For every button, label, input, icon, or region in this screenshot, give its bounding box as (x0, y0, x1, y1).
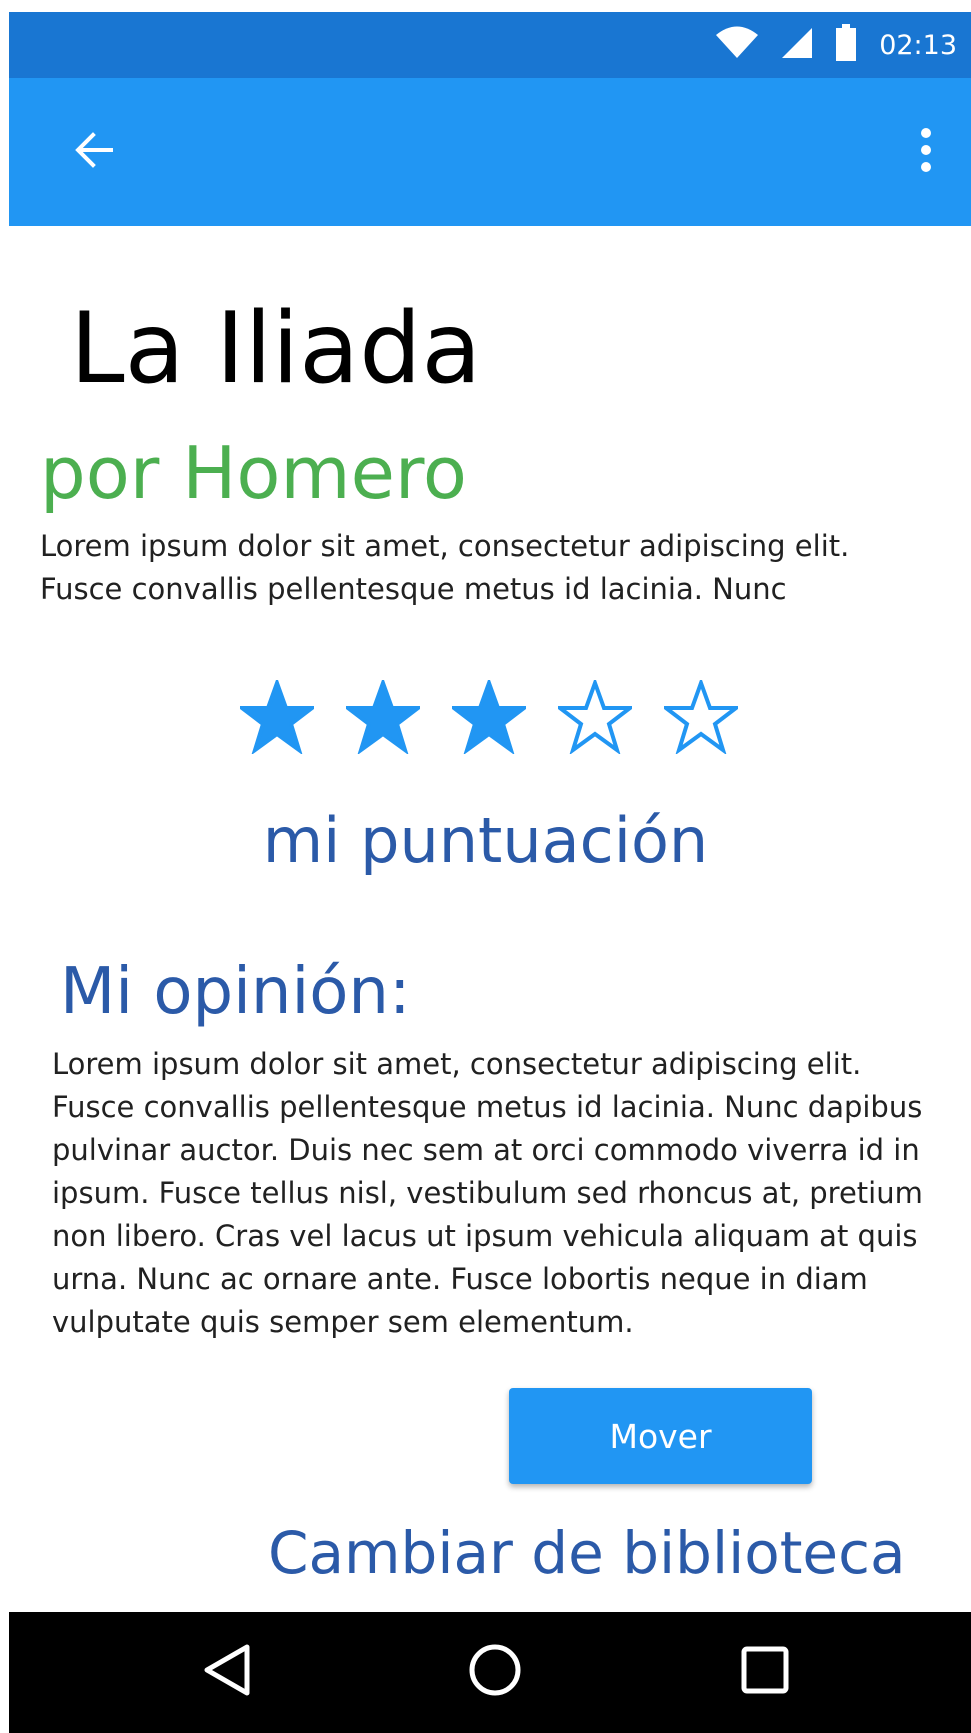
wifi-icon (715, 26, 759, 64)
book-author: por Homero (40, 431, 467, 515)
opinion-text: Lorem ipsum dolor sit amet, consectetur … (52, 1047, 923, 1339)
opinion-heading: Mi opinión: (60, 955, 411, 1029)
back-button[interactable] (64, 122, 124, 182)
book-description: Lorem ipsum dolor sit amet, consectetur … (40, 529, 850, 606)
rating-stars[interactable] (240, 680, 738, 754)
nav-back-button[interactable] (197, 1642, 257, 1702)
status-bar: 02:13 (9, 12, 971, 78)
star-outline-icon[interactable] (558, 680, 632, 754)
more-vert-icon (920, 127, 932, 177)
status-icons: 02:13 (715, 12, 957, 78)
book-title: La Iliada (70, 292, 482, 406)
move-button[interactable]: Mover (509, 1388, 812, 1484)
star-filled-icon[interactable] (346, 680, 420, 754)
app-bar (9, 78, 971, 226)
status-time: 02:13 (879, 29, 957, 61)
rating-label: mi puntuación (262, 804, 709, 877)
home-circle-icon (468, 1643, 522, 1701)
nav-home-button[interactable] (465, 1642, 525, 1702)
star-filled-icon[interactable] (452, 680, 526, 754)
nav-recents-button[interactable] (735, 1642, 795, 1702)
screen: 02:13 La Iliada por Homero Lorem ipsum d… (0, 0, 971, 1733)
arrow-back-icon (75, 132, 113, 172)
star-outline-icon[interactable] (664, 680, 738, 754)
back-triangle-icon (202, 1643, 252, 1701)
recents-square-icon (740, 1645, 790, 1699)
navigation-bar (9, 1612, 971, 1733)
overflow-menu-button[interactable] (901, 122, 951, 182)
change-library-link[interactable]: Cambiar de biblioteca (268, 1524, 906, 1582)
star-filled-icon[interactable] (240, 680, 314, 754)
cell-signal-icon (781, 26, 813, 64)
battery-icon (835, 24, 857, 66)
